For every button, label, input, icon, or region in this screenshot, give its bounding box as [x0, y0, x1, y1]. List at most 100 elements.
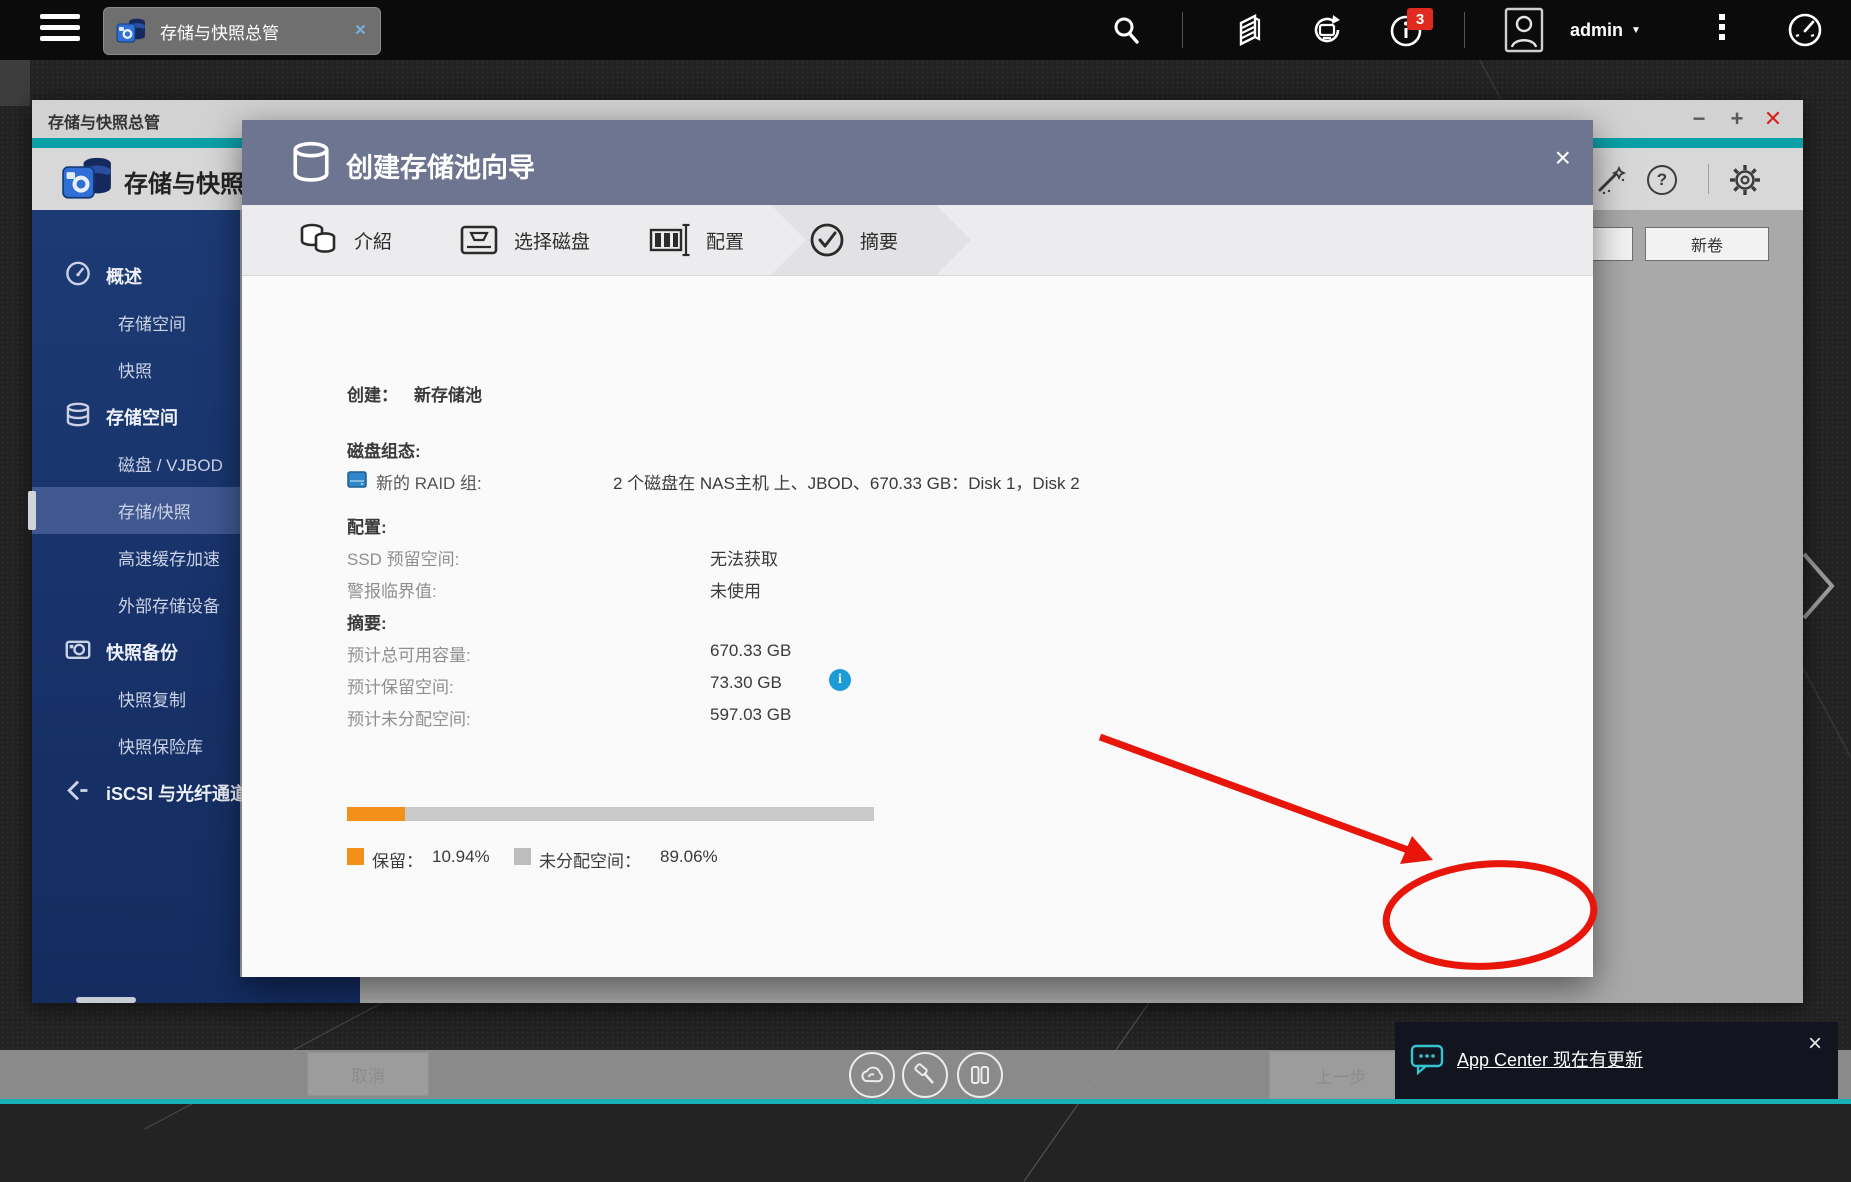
- dialog-header: 创建存储池向导 ×: [242, 120, 1593, 205]
- create-value: 新存储池: [414, 381, 482, 406]
- notification-close-icon[interactable]: ×: [1808, 1030, 1822, 1058]
- iscsi-icon: [65, 777, 91, 808]
- settings-gear-icon[interactable]: [1727, 162, 1763, 198]
- reserved-progress-fill: [347, 807, 405, 821]
- notification-badge: 3: [1407, 8, 1433, 30]
- unallocated-legend-value: 89.06%: [660, 847, 718, 867]
- config-header: 配置:: [347, 513, 387, 538]
- sidebar-item-snapshot[interactable]: 快照: [32, 346, 240, 393]
- app-center-notification: App Center 现在有更新 ×: [1395, 1022, 1838, 1099]
- summary-header: 摘要:: [347, 609, 387, 634]
- disk-drive-icon: [458, 222, 500, 258]
- bottom-accent-line: [0, 1099, 1851, 1104]
- search-icon[interactable]: [1106, 0, 1146, 60]
- info-icon[interactable]: i: [829, 669, 851, 691]
- horizontal-scrollbar-handle[interactable]: [76, 997, 136, 1003]
- sync-status-icon[interactable]: [1305, 0, 1349, 60]
- reserved-space-value: 73.30 GB: [710, 673, 782, 693]
- storage-snapshots-app-icon-large: [58, 150, 116, 208]
- unallocated-space-value: 597.03 GB: [710, 705, 791, 725]
- dialog-close-icon[interactable]: ×: [1555, 144, 1571, 172]
- dialog-title: 创建存储池向导: [346, 146, 535, 185]
- app-tab-storage-snapshots[interactable]: 存储与快照总管 ×: [103, 7, 381, 55]
- unallocated-space-label: 预计未分配空间:: [347, 705, 471, 730]
- dashboard-icon[interactable]: [1780, 0, 1830, 60]
- app-tab-label: 存储与快照总管: [160, 19, 279, 44]
- sidebar-item-storage[interactable]: 存储空间: [32, 393, 240, 440]
- more-options-icon[interactable]: [1716, 14, 1728, 48]
- dialog-body: 创建： 新存储池 磁盘组态: 新的 RAID 组: 2 个磁盘在 NAS主机 上…: [242, 275, 1593, 977]
- sidebar-item-snapshot-vault[interactable]: 快照保险库: [32, 722, 240, 769]
- camera-icon: [65, 636, 91, 667]
- sidebar-item-disks-vjbod[interactable]: 磁盘 / VJBOD: [32, 440, 240, 487]
- check-circle-icon: [808, 221, 846, 259]
- window-title: 存储与快照总管: [48, 109, 160, 133]
- next-desktop-chevron-icon[interactable]: [1800, 548, 1838, 629]
- tab-close-icon[interactable]: ×: [355, 20, 366, 42]
- sidebar-item-overview[interactable]: 概述: [32, 252, 240, 299]
- sidebar-item-snapshot-replica[interactable]: 快照复制: [32, 675, 240, 722]
- alert-threshold-value: 未使用: [710, 577, 761, 602]
- unallocated-legend-label: 未分配空间：: [539, 847, 641, 872]
- sidebar-item-iscsi-fc[interactable]: iSCSI 与光纤通道: [32, 769, 240, 816]
- reserved-space-label: 预计保留空间:: [347, 673, 454, 698]
- wizard-wand-icon[interactable]: [1592, 162, 1628, 198]
- banner-divider: [1708, 164, 1709, 194]
- raid-group-value: 2 个磁盘在 NAS主机 上、JBOD、670.33 GB：Disk 1，Dis…: [613, 469, 1080, 494]
- pools-icon: [296, 221, 340, 259]
- utilities-hammer-icon[interactable]: [902, 1052, 948, 1098]
- create-storage-pool-wizard-dialog: 创建存储池向导 × 介紹 选择磁盘: [242, 120, 1593, 977]
- new-volume-button[interactable]: 新卷: [1645, 227, 1769, 261]
- storage-pool-icon: [290, 140, 332, 186]
- maximize-icon[interactable]: +: [1722, 104, 1752, 134]
- disk-stack-icon: [65, 401, 91, 432]
- disk-group-header: 磁盘组态:: [347, 437, 421, 462]
- user-avatar[interactable]: [1500, 0, 1548, 60]
- top-bar: 存储与快照总管 × 3: [0, 0, 1851, 60]
- gauge-icon: [65, 260, 91, 291]
- wizard-steps-bar: 介紹 选择磁盘 配置: [242, 205, 1593, 276]
- app-title: 存储与快照: [124, 164, 244, 199]
- admin-label: admin: [1570, 20, 1623, 41]
- alert-threshold-label: 警报临界值:: [347, 577, 437, 602]
- raid-group-label: 新的 RAID 组:: [376, 469, 482, 494]
- sidebar-item-snapshot-backup[interactable]: 快照备份: [32, 628, 240, 675]
- create-label: 创建：: [347, 381, 398, 406]
- sidebar-item-storage-space[interactable]: 存储空间: [32, 299, 240, 346]
- help-icon[interactable]: ?: [1644, 162, 1680, 198]
- topbar-divider: [1464, 12, 1465, 48]
- app-library-icon[interactable]: [957, 1052, 1003, 1098]
- step-configure[interactable]: 配置: [648, 205, 744, 275]
- close-window-icon[interactable]: ✕: [1758, 104, 1788, 134]
- total-capacity-value: 670.33 GB: [710, 641, 791, 661]
- ssd-reserved-label: SSD 预留空间:: [347, 545, 459, 570]
- main-menu-button[interactable]: [40, 14, 80, 46]
- total-capacity-label: 预计总可用容量:: [347, 641, 471, 666]
- capacity-progress-bar: [347, 807, 874, 821]
- sidebar-item-cache-acceleration[interactable]: 高速缓存加速: [32, 534, 240, 581]
- desktop-corner-highlight: [0, 60, 30, 106]
- unallocated-legend-swatch: [514, 848, 531, 865]
- myqnapcloud-icon[interactable]: [849, 1052, 895, 1098]
- step-introduction[interactable]: 介紹: [296, 205, 392, 275]
- partition-icon: [648, 222, 692, 258]
- background-tasks-icon[interactable]: [1228, 0, 1272, 60]
- sidebar-item-external-storage[interactable]: 外部存储设备: [32, 581, 240, 628]
- sidebar-item-storage-snapshot-selected[interactable]: 存储/快照: [32, 487, 240, 534]
- storage-snapshots-app-icon: [114, 14, 148, 48]
- chat-bubble-icon: [1409, 1042, 1447, 1076]
- admin-menu[interactable]: admin ▼: [1570, 0, 1641, 60]
- sidebar: 概述 存储空间 快照 存储空间 磁盘 / VJBOD 存储/快照 高速缓存加速 …: [32, 210, 240, 1003]
- app-center-update-link[interactable]: App Center 现在有更新: [1457, 1046, 1643, 1072]
- chevron-down-icon: ▼: [1631, 25, 1641, 36]
- step-select-disks[interactable]: 选择磁盘: [458, 205, 590, 275]
- reserved-legend-swatch: [347, 848, 364, 865]
- ssd-reserved-value: 无法获取: [710, 545, 778, 570]
- step-summary[interactable]: 摘要: [808, 205, 898, 275]
- reserved-legend-value: 10.94%: [432, 847, 490, 867]
- minimize-icon[interactable]: −: [1684, 104, 1714, 134]
- reserved-legend-label: 保留：: [372, 847, 423, 872]
- topbar-divider: [1182, 12, 1183, 48]
- raid-disk-icon: [347, 471, 367, 488]
- notifications-icon[interactable]: 3: [1385, 0, 1429, 60]
